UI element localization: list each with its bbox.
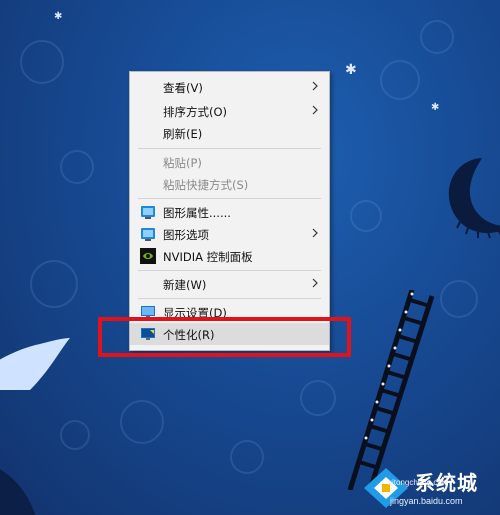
menu-item-label: 新建(W) [163, 278, 207, 292]
cloud-hill-graphic [0, 338, 70, 390]
chevron-right-icon [312, 278, 318, 288]
nvidia-icon [140, 248, 156, 264]
menu-separator [138, 198, 321, 199]
menu-item-label: 查看(V) [163, 81, 203, 95]
menu-item-label: 图形选项 [163, 228, 209, 242]
menu-item-new[interactable]: 新建(W) [130, 273, 329, 295]
menu-item-label: 粘贴(P) [163, 156, 202, 170]
intel-graphics-icon [141, 206, 155, 219]
swirl-decoration [20, 40, 64, 84]
chevron-right-icon [312, 228, 318, 238]
star-icon: ✱ [431, 102, 440, 113]
menu-item-label: NVIDIA 控制面板 [163, 250, 253, 264]
menu-separator [138, 298, 321, 299]
crescent-moon-graphic [448, 158, 500, 239]
swirl-decoration [440, 280, 478, 318]
swirl-decoration [60, 420, 90, 450]
swirl-decoration [120, 400, 164, 444]
swirl-decoration [230, 440, 264, 474]
swirl-decoration [350, 200, 382, 232]
swirl-decoration [60, 150, 94, 184]
menu-separator [138, 148, 321, 149]
menu-item-label: 排序方式(O) [163, 105, 228, 119]
swirl-decoration [420, 20, 454, 54]
star-icon: ✱ [345, 62, 357, 78]
star-icon: ✱ [54, 11, 63, 22]
menu-item-sort-by[interactable]: 排序方式(O) [130, 100, 329, 122]
intel-graphics-icon [141, 228, 155, 241]
swirl-decoration [300, 380, 336, 416]
menu-item-graphics-properties[interactable]: 图形属性...... [130, 201, 329, 223]
menu-item-label: 图形属性...... [163, 206, 231, 220]
desktop-background[interactable]: ✱ ✱ ✱ 查看(V) 排序方式(O) 刷新(E) 粘贴(P) 粘贴快捷方式(S… [0, 0, 500, 515]
menu-separator [138, 270, 321, 271]
menu-item-paste[interactable]: 粘贴(P) [130, 151, 329, 173]
menu-item-paste-shortcut[interactable]: 粘贴快捷方式(S) [130, 173, 329, 195]
menu-item-nvidia-control-panel[interactable]: NVIDIA 控制面板 [130, 245, 329, 267]
annotation-highlight-box [98, 317, 351, 357]
menu-item-view[interactable]: 查看(V) [130, 76, 329, 98]
chevron-right-icon [312, 105, 318, 115]
menu-item-label: 刷新(E) [163, 127, 203, 141]
menu-item-refresh[interactable]: 刷新(E) [130, 122, 329, 144]
desktop-context-menu: 查看(V) 排序方式(O) 刷新(E) 粘贴(P) 粘贴快捷方式(S) 图形属性… [129, 71, 330, 351]
swirl-decoration [380, 60, 420, 100]
planet-graphic [0, 469, 36, 515]
menu-item-graphics-options[interactable]: 图形选项 [130, 223, 329, 245]
swirl-decoration [30, 260, 78, 308]
watermark-brand: 系统城 [415, 473, 478, 495]
watermark-url-bottom: jingyan.baidu.com [390, 496, 463, 506]
chevron-right-icon [312, 81, 318, 91]
menu-item-label: 粘贴快捷方式(S) [163, 178, 249, 192]
